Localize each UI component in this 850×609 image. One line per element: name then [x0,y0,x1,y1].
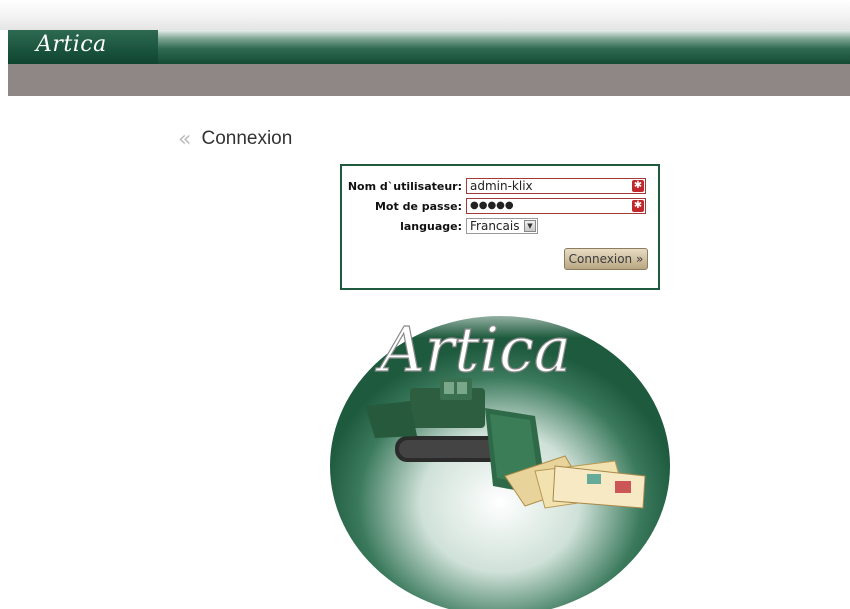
password-label: Mot de passe: [374,199,462,213]
chevron-left-icon: « [178,126,192,152]
required-icon: ✱ [632,200,644,212]
artica-bulldozer-artwork: Artica [325,296,675,609]
required-icon: ✱ [632,180,644,192]
page-title: Connexion [201,128,293,149]
header-bar: Artica [8,30,850,64]
language-select[interactable]: Francais ▼ [466,218,538,234]
artica-logo[interactable]: Artica [8,30,158,64]
logo-text: Artica [36,32,107,57]
artwork-logo-text: Artica [375,313,571,386]
secondary-bar [8,64,850,96]
username-input[interactable] [466,178,646,194]
password-input[interactable]: ●●●●● [466,198,646,214]
language-label: language: [400,219,462,233]
chevron-down-icon[interactable]: ▼ [524,220,536,232]
language-value: Francais [470,219,520,233]
connexion-button[interactable]: Connexion » [564,248,648,270]
login-form: Nom d`utilisateur: ✱ Mot de passe: ●●●●●… [340,164,660,290]
page-title-row: « Connexion [178,125,292,153]
password-row: Mot de passe: ●●●●● ✱ [342,197,658,215]
username-label: Nom d`utilisateur: [347,179,462,193]
username-row: Nom d`utilisateur: ✱ [342,177,658,195]
language-row: language: Francais ▼ [342,217,658,235]
top-strip [0,0,850,30]
